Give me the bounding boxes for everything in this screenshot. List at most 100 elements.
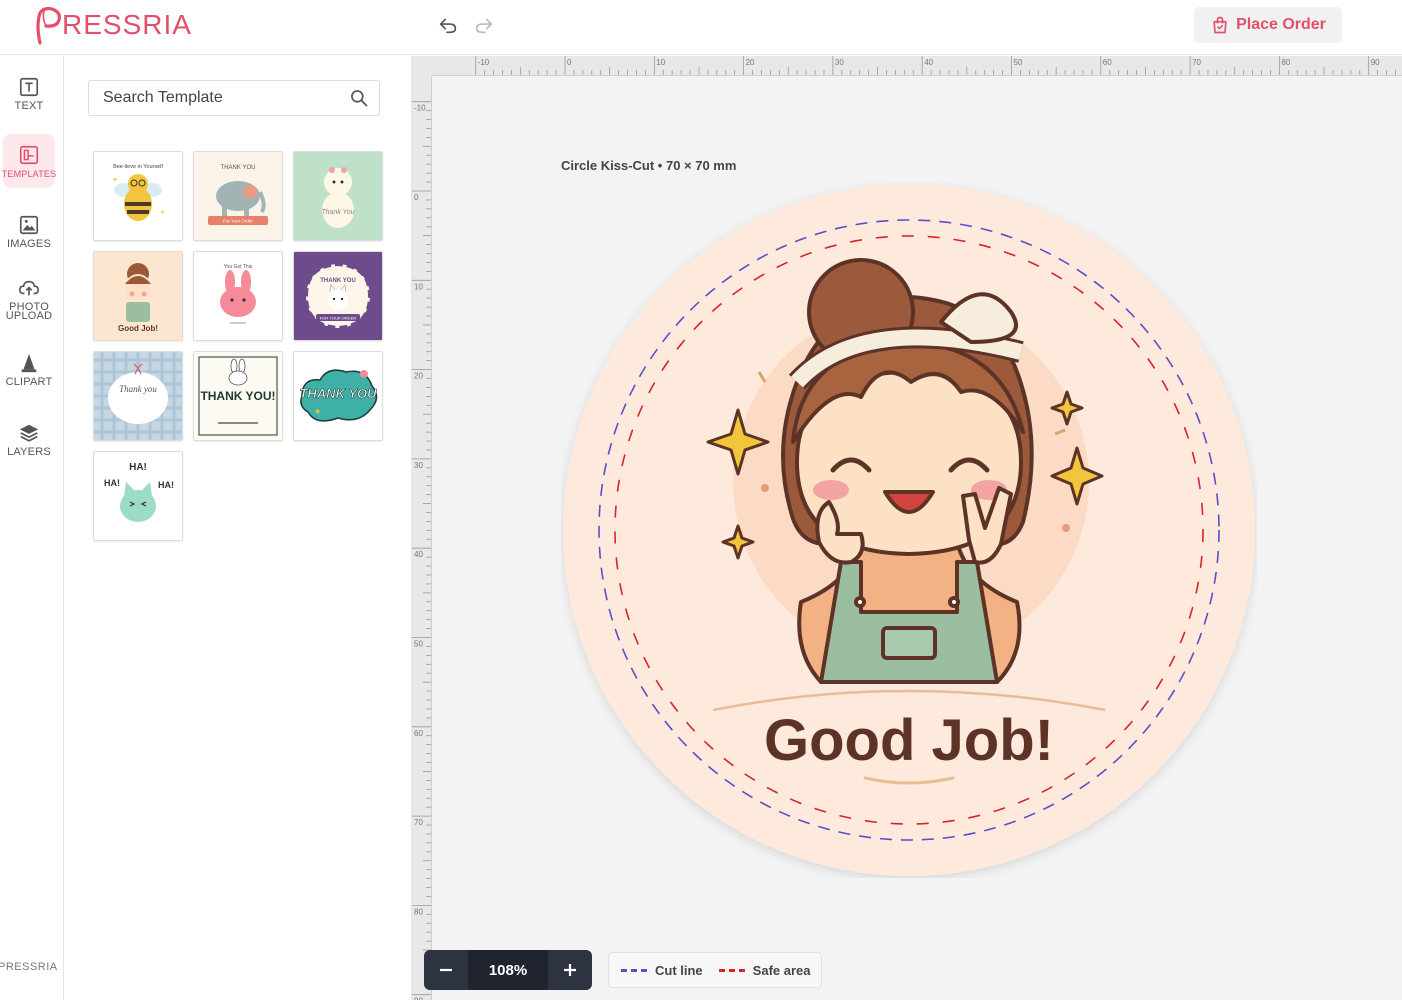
- template-elephant[interactable]: THANK YOU For Your Order: [193, 151, 283, 241]
- ruler-vertical: -100102030405060708090: [412, 76, 432, 1000]
- ruler-label: 40: [924, 58, 933, 67]
- minus-icon: [440, 968, 452, 972]
- undo-icon[interactable]: [437, 14, 459, 36]
- text-icon: [19, 77, 39, 96]
- rail-label-images: IMAGES: [7, 237, 51, 250]
- rail-item-text[interactable]: TEXT: [3, 66, 55, 120]
- redo-icon[interactable]: [473, 14, 495, 36]
- ruler-label: -10: [414, 104, 426, 113]
- upload-icon: [19, 280, 39, 296]
- place-order-label: Place Order: [1236, 16, 1326, 33]
- shopping-bag-icon: [1213, 16, 1227, 34]
- logo-mark-icon: [36, 6, 61, 45]
- zoom-control: 108%: [424, 950, 592, 990]
- top-bar: RESSRIA Place Order: [0, 0, 1402, 55]
- search-input[interactable]: [103, 89, 343, 107]
- ruler-horizontal: -10 0 10 20 30 40 50 60 70 80 90: [432, 56, 1402, 76]
- template-bee[interactable]: Bee-lieve in Yourself ✦ ✦: [93, 151, 183, 241]
- ruler-label: 80: [414, 907, 423, 916]
- layers-icon: [19, 424, 39, 442]
- zoom-level: 108%: [468, 950, 548, 990]
- template-haha-cat[interactable]: HA! HA! HA!: [93, 451, 183, 541]
- ruler-label: 30: [835, 58, 844, 67]
- template-gingham[interactable]: Thank you: [93, 351, 183, 441]
- template-cat-purple[interactable]: THANK YOU FOR YOUR ORDER: [293, 251, 383, 341]
- image-icon: [19, 215, 39, 234]
- ruler-corner: [412, 56, 432, 76]
- ruler-label: 20: [746, 58, 755, 67]
- template-bunny-pink-text: You Got This: [224, 264, 253, 270]
- ruler-label: 70: [414, 818, 423, 827]
- svg-text:HA!: HA!: [104, 478, 120, 488]
- ruler-label: 50: [414, 640, 423, 649]
- rail-label-templates: TEMPLATES: [1, 168, 57, 179]
- template-bunny-pink[interactable]: You Got This: [193, 251, 283, 341]
- template-good-job[interactable]: Good Job!: [93, 251, 183, 341]
- template-search: [88, 80, 380, 116]
- cut-line-label: Cut line: [655, 962, 703, 978]
- templates-panel: Bee-lieve in Yourself ✦ ✦ THANK YOU For Y…: [64, 56, 412, 1000]
- sticker-design[interactable]: Good Job!: [561, 182, 1257, 878]
- rail-item-photo-upload[interactable]: PHOTO UPLOAD: [3, 272, 55, 326]
- ruler-label: 60: [414, 729, 423, 738]
- rail-item-templates[interactable]: TEMPLATES: [1, 134, 57, 188]
- template-bunny-green[interactable]: THANK YOU!: [193, 351, 283, 441]
- ruler-label: 0: [414, 193, 419, 202]
- template-haha-cat-text: HA!: [129, 462, 147, 473]
- tool-rail: TEXT TEMPLATES IMAGES PHOTO UPLOAD CLIPA…: [0, 56, 64, 1000]
- templates-icon: [19, 145, 39, 164]
- template-gingham-text: Thank you: [119, 384, 157, 394]
- rail-label-clipart: CLIPART: [5, 375, 53, 388]
- template-bee-text: Bee-lieve in Yourself: [113, 164, 163, 170]
- zoom-in-button[interactable]: [548, 950, 592, 990]
- template-cat-purple-subtext: FOR YOUR ORDER: [320, 316, 357, 321]
- template-elephant-subtext: For Your Order: [223, 219, 253, 224]
- template-good-job-text: Good Job!: [118, 324, 158, 333]
- ruler-label: 30: [414, 461, 423, 470]
- cut-line-swatch: [621, 968, 647, 972]
- sticker-title[interactable]: Good Job!: [764, 708, 1054, 773]
- clipart-icon: [21, 353, 37, 372]
- template-lamb-text: Thank You: [321, 209, 354, 216]
- safe-area-swatch: [718, 968, 745, 972]
- logo[interactable]: RESSRIA: [34, 5, 192, 45]
- ruler-label: -10: [478, 58, 490, 67]
- svg-text:✦: ✦: [112, 176, 118, 184]
- footer-brand: PRESSRIA: [0, 961, 58, 973]
- rail-item-images[interactable]: IMAGES: [3, 204, 55, 258]
- ruler-label: 60: [1103, 58, 1112, 67]
- place-order-button[interactable]: Place Order: [1194, 7, 1342, 43]
- search-icon[interactable]: [349, 88, 369, 108]
- ruler-label: 90: [1371, 58, 1380, 67]
- template-bunny-green-text: THANK YOU!: [200, 389, 275, 403]
- rail-label-photo-upload: PHOTO UPLOAD: [5, 301, 53, 322]
- svg-text:✦: ✦: [160, 209, 165, 216]
- template-thank-you-bubble-text: THANK YOU: [299, 386, 377, 401]
- rail-item-clipart[interactable]: CLIPART: [3, 342, 55, 396]
- safe-area-label: Safe area: [752, 962, 811, 978]
- ruler-label: 40: [414, 550, 423, 559]
- template-elephant-text: THANK YOU: [221, 165, 256, 171]
- logo-text: RESSRIA: [62, 9, 192, 40]
- canvas-caption: Circle Kiss-Cut • 70 × 70 mm: [561, 158, 737, 173]
- ruler-label: 0: [567, 58, 572, 67]
- svg-text:★: ★: [314, 407, 321, 416]
- template-cat-purple-text: THANK YOU: [320, 278, 356, 284]
- plus-icon: [564, 964, 576, 976]
- ruler-label: 70: [1192, 58, 1201, 67]
- ruler-label: 10: [656, 58, 665, 67]
- ruler-label: 20: [414, 372, 423, 381]
- line-legend: Cut line Safe area: [608, 952, 822, 988]
- girl-illustration: [781, 258, 1034, 684]
- rail-item-layers[interactable]: LAYERS: [3, 412, 55, 466]
- rail-label-layers: LAYERS: [7, 445, 51, 458]
- rail-label-text: TEXT: [14, 99, 44, 112]
- svg-text:HA!: HA!: [158, 480, 174, 490]
- template-lamb[interactable]: Thank You: [293, 151, 383, 241]
- template-thank-you-bubble[interactable]: THANK YOU ★: [293, 351, 383, 441]
- ruler-label: 80: [1281, 58, 1290, 67]
- design-canvas-area[interactable]: -10 0 10 20 30 40 50 60 70 80 90 -10 0 10 20 30 40 50 60 7…: [412, 56, 1402, 1000]
- zoom-out-button[interactable]: [424, 950, 468, 990]
- ruler-label: 10: [414, 282, 423, 291]
- ruler-label: 50: [1014, 58, 1023, 67]
